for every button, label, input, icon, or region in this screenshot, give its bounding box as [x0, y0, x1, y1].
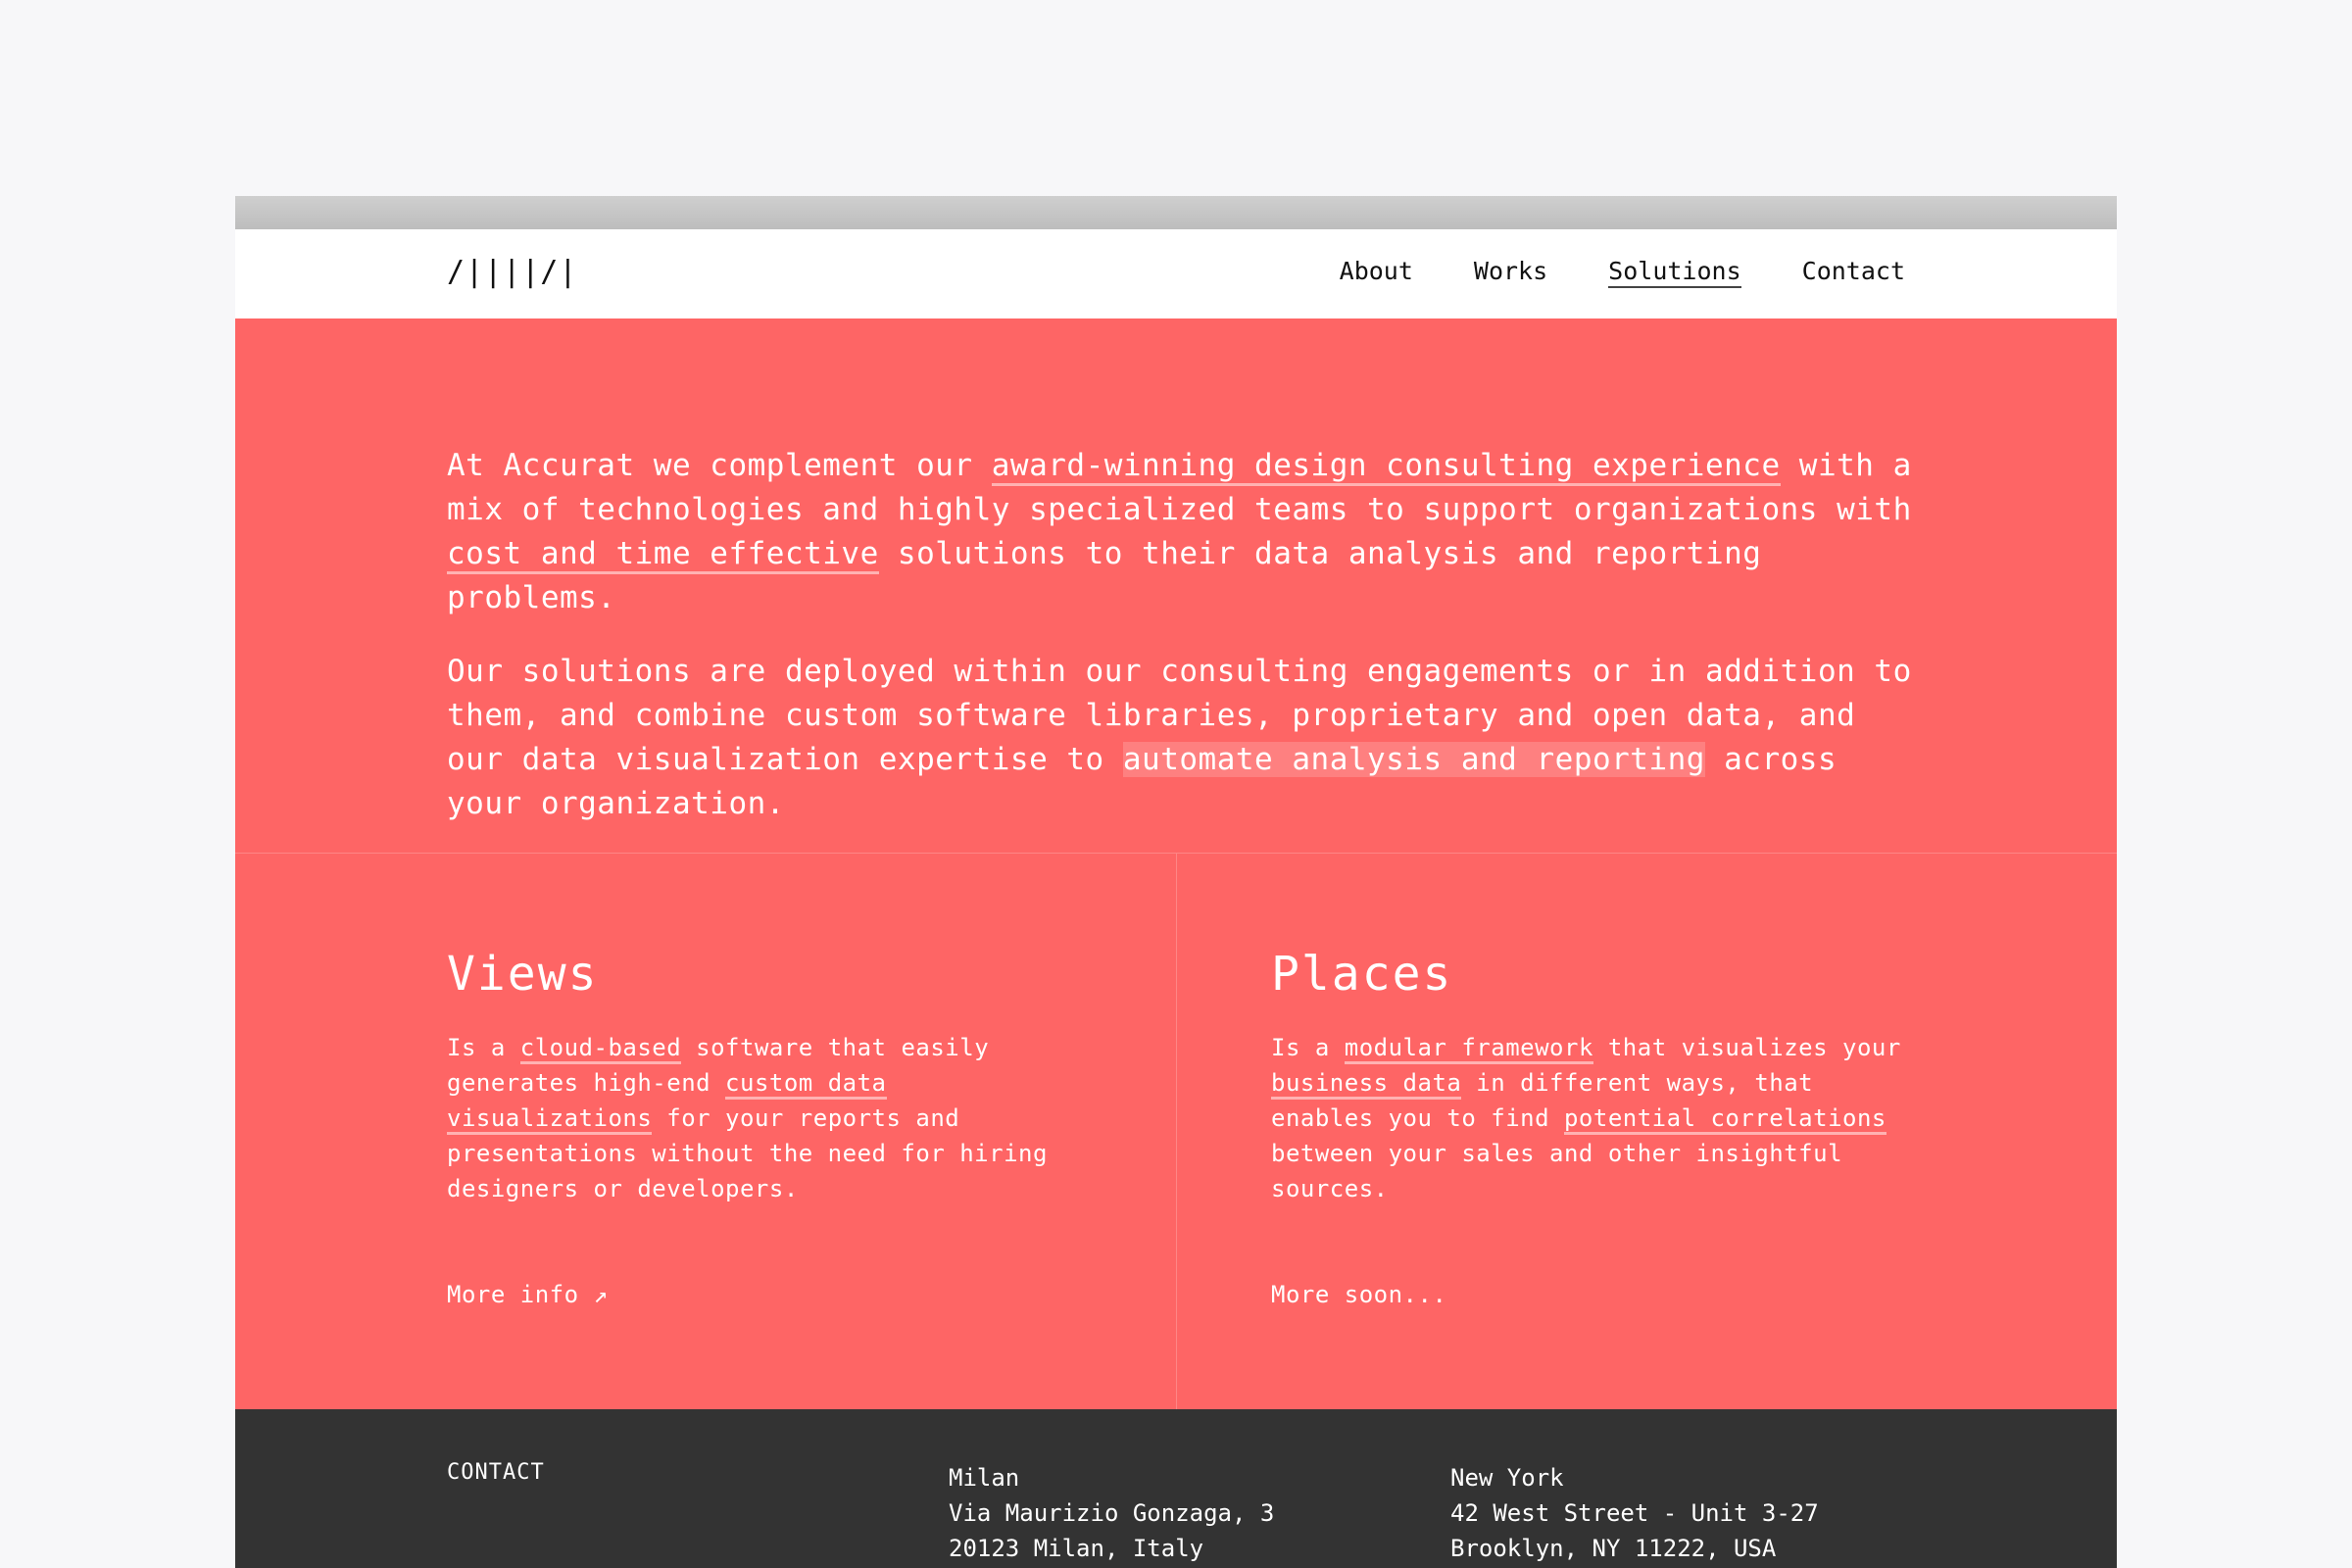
milan-address: Milan Via Maurizio Gonzaga, 3 20123 Mila…	[949, 1460, 1274, 1566]
browser-chrome	[235, 196, 2117, 229]
desc-fragment: Is a	[447, 1034, 520, 1061]
places-description: Is a modular framework that visualizes y…	[1271, 1030, 1918, 1206]
business-data-link[interactable]: business data	[1271, 1069, 1462, 1100]
milan-street: Via Maurizio Gonzaga, 3	[949, 1499, 1275, 1527]
solutions-cards: Views Is a cloud-based software that eas…	[235, 853, 2117, 1409]
nav-about[interactable]: About	[1340, 257, 1413, 288]
footer-contact-label: CONTACT	[447, 1460, 545, 1485]
desc-fragment: that visualizes your	[1592, 1034, 1901, 1061]
places-more-soon-text: More soon...	[1271, 1281, 1447, 1308]
views-title: Views	[447, 947, 599, 1002]
hero-section: At Accurat we complement our award-winni…	[235, 318, 2117, 853]
nav-works[interactable]: Works	[1474, 257, 1547, 288]
main-menu: About Works Solutions Contact	[1340, 257, 1905, 288]
cost-effective-link[interactable]: cost and time effective	[447, 536, 879, 574]
nav-solutions[interactable]: Solutions	[1608, 257, 1741, 288]
browser-window: /||||/| About Works Solutions Contact At…	[235, 196, 2117, 1568]
hero-text: At Accurat we complement our award-winni…	[447, 444, 1917, 856]
nav-contact[interactable]: Contact	[1802, 257, 1905, 288]
modular-framework-link[interactable]: modular framework	[1344, 1034, 1593, 1064]
views-description: Is a cloud-based software that easily ge…	[447, 1030, 1074, 1206]
desc-fragment: between your sales and other insightful …	[1271, 1140, 1843, 1202]
footer: CONTACT Milan Via Maurizio Gonzaga, 3 20…	[235, 1409, 2117, 1568]
hero-paragraph-2: Our solutions are deployed within our co…	[447, 650, 1917, 826]
desc-fragment: Is a	[1271, 1034, 1345, 1061]
cloud-based-link[interactable]: cloud-based	[519, 1034, 682, 1064]
places-title: Places	[1271, 947, 1453, 1002]
views-card: Views Is a cloud-based software that eas…	[235, 854, 1176, 1409]
milan-city: Milan	[949, 1464, 1020, 1492]
award-winning-link[interactable]: award-winning design consulting experien…	[991, 448, 1781, 486]
hero-text-fragment: At Accurat we complement our	[447, 448, 992, 483]
newyork-city: New York	[1450, 1464, 1564, 1492]
newyork-address: New York 42 West Street - Unit 3-27 Broo…	[1450, 1460, 1819, 1566]
hero-paragraph-1: At Accurat we complement our award-winni…	[447, 444, 1917, 620]
automate-analysis-highlight: automate analysis and reporting	[1122, 742, 1705, 777]
top-nav: /||||/| About Works Solutions Contact	[235, 229, 2117, 318]
views-more-info-link[interactable]: More info ↗	[447, 1281, 608, 1308]
milan-postcode: 20123 Milan, Italy	[949, 1535, 1204, 1562]
newyork-street: 42 West Street - Unit 3-27	[1450, 1499, 1819, 1527]
logo[interactable]: /||||/|	[447, 255, 577, 289]
newyork-postcode: Brooklyn, NY 11222, USA	[1450, 1535, 1777, 1562]
potential-correlations-link[interactable]: potential correlations	[1563, 1104, 1886, 1135]
places-card: Places Is a modular framework that visua…	[1176, 854, 2117, 1409]
